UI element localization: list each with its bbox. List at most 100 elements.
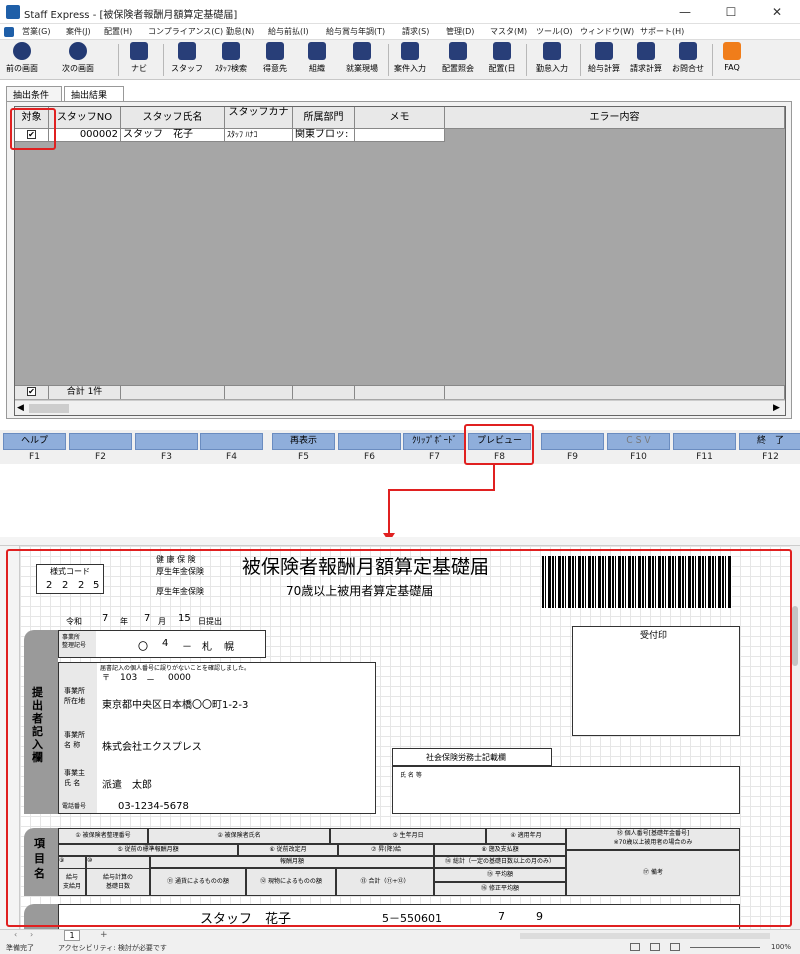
menu-attendance[interactable]: 勤怠(N) xyxy=(226,26,254,37)
maximize-button[interactable]: ☐ xyxy=(708,0,754,24)
staff-search-icon xyxy=(222,42,240,60)
sheet-nav-left-icon[interactable]: ‹ xyxy=(14,930,17,939)
customer-button[interactable]: 得意先 xyxy=(256,42,294,78)
f11-key-label: F11 xyxy=(696,452,713,462)
status-bar: 準備完了 アクセシビリティ: 検討が必要です 100% xyxy=(0,941,800,954)
page-layout-icon[interactable] xyxy=(650,943,660,951)
col-header-memo[interactable]: メモ xyxy=(355,107,445,129)
f5-key-label: F5 xyxy=(298,452,309,462)
f7-clipboard-button[interactable]: ｸﾘｯﾌﾟﾎﾞｰﾄﾞ xyxy=(403,433,466,450)
footer-cell xyxy=(225,385,293,399)
child-window-icon[interactable] xyxy=(4,27,14,37)
payroll-button[interactable]: 給与計算 xyxy=(584,42,624,78)
f3-button[interactable] xyxy=(135,433,198,450)
forward-button[interactable]: 次の画面 xyxy=(56,42,100,78)
normal-view-icon[interactable] xyxy=(630,943,640,951)
case-entry-button[interactable]: 案件入力 xyxy=(390,42,430,78)
footer-target[interactable]: ✔ xyxy=(15,385,49,399)
inquiry-button[interactable]: お問合せ xyxy=(668,42,708,78)
f10-csv-button[interactable]: ＣＳＶ xyxy=(607,433,670,450)
f2-key-label: F2 xyxy=(95,452,106,462)
vscroll-thumb[interactable] xyxy=(792,606,798,666)
col-header-staff-no[interactable]: スタッフNO xyxy=(49,107,121,129)
scroll-thumb[interactable] xyxy=(29,404,69,413)
highlight-target-column xyxy=(10,108,56,150)
menu-management[interactable]: 管理(D) xyxy=(446,26,474,37)
workplace-button[interactable]: 就業現場 xyxy=(340,42,384,78)
menu-payroll[interactable]: 給与賞与年調(T) xyxy=(326,26,385,37)
assignment-daily-icon xyxy=(493,42,511,60)
zoom-level[interactable]: 100% xyxy=(771,943,791,951)
menu-case[interactable]: 案件(J) xyxy=(66,26,91,37)
staff-search-button[interactable]: ｽﾀｯﾌ検索 xyxy=(208,42,254,78)
col-header-department[interactable]: 所属部門 xyxy=(293,107,355,129)
row-staff-kana[interactable]: ｽﾀｯﾌ ﾊﾅｺ xyxy=(225,129,293,142)
sheet-nav-right-icon[interactable]: › xyxy=(30,930,33,939)
f5-refresh-button[interactable]: 再表示 xyxy=(272,433,335,450)
window-title: Staff Express - [被保険者報酬月額算定基礎届] xyxy=(24,10,238,21)
col-header-error[interactable]: エラー内容 xyxy=(445,107,785,129)
f6-button[interactable] xyxy=(338,433,401,450)
f1-help-button[interactable]: ヘルプ xyxy=(3,433,66,450)
f6-key-label: F6 xyxy=(364,452,375,462)
arrow-line xyxy=(493,464,495,490)
f4-button[interactable] xyxy=(200,433,263,450)
billing-button[interactable]: 請求計算 xyxy=(626,42,666,78)
horizontal-scrollbar[interactable]: ◀ ▶ xyxy=(15,400,785,415)
page-break-icon[interactable] xyxy=(670,943,680,951)
scroll-right-icon[interactable]: ▶ xyxy=(773,403,780,413)
sheet-hscroll[interactable] xyxy=(520,933,770,939)
scroll-left-icon[interactable]: ◀ xyxy=(17,403,24,413)
menu-support[interactable]: サポート(H) xyxy=(640,26,684,37)
f3-key-label: F3 xyxy=(161,452,172,462)
row-error xyxy=(445,129,785,142)
organization-button[interactable]: 組織 xyxy=(298,42,336,78)
menu-assignment[interactable]: 配置(H) xyxy=(104,26,132,37)
menu-billing[interactable]: 請求(S) xyxy=(402,26,429,37)
assignment-inquiry-button[interactable]: 配置照会 xyxy=(436,42,480,78)
staff-icon xyxy=(178,42,196,60)
menu-master[interactable]: マスタ(M) xyxy=(490,26,527,37)
tab-extract-conditions[interactable]: 抽出条件 xyxy=(6,86,62,102)
menu-compliance[interactable]: コンプライアンス(C) xyxy=(148,26,223,37)
row-staff-no[interactable]: 000002 xyxy=(49,129,121,142)
arrow-line xyxy=(388,489,495,491)
row-department[interactable]: 関東ブロッ: xyxy=(293,129,355,142)
col-header-staff-name[interactable]: スタッフ氏名 xyxy=(121,107,225,129)
zoom-slider[interactable] xyxy=(690,947,760,948)
row-memo[interactable] xyxy=(355,129,445,142)
column-header-ruler xyxy=(0,537,800,546)
f2-button[interactable] xyxy=(69,433,132,450)
add-sheet-button[interactable]: + xyxy=(100,930,108,940)
navi-icon xyxy=(130,42,148,60)
menu-salary-advance[interactable]: 給与前払(I) xyxy=(268,26,309,37)
payroll-icon xyxy=(595,42,613,60)
function-key-bar: ヘルプ 再表示 ｸﾘｯﾌﾟﾎﾞｰﾄﾞ プレビュー ＣＳＶ 終 了 F1 F2 F… xyxy=(0,430,800,464)
case-entry-icon xyxy=(401,42,419,60)
billing-icon xyxy=(637,42,655,60)
navi-button[interactable]: ナビ xyxy=(122,42,156,78)
f12-exit-button[interactable]: 終 了 xyxy=(739,433,800,450)
assignment-daily-button[interactable]: 配置(日 xyxy=(482,42,522,78)
customer-icon xyxy=(266,42,284,60)
f9-button[interactable] xyxy=(541,433,604,450)
status-accessibility[interactable]: アクセシビリティ: 検討が必要です xyxy=(58,943,167,953)
attendance-entry-button[interactable]: 勤怠入力 xyxy=(530,42,574,78)
f1-key-label: F1 xyxy=(29,452,40,462)
menu-tools[interactable]: ツール(O) xyxy=(536,26,573,37)
menu-window[interactable]: ウィンドウ(W) xyxy=(580,26,634,37)
organization-icon xyxy=(308,42,326,60)
col-header-staff-kana[interactable]: スタッフカナ xyxy=(225,107,293,129)
back-button[interactable]: 前の画面 xyxy=(2,42,42,78)
row-staff-name[interactable]: スタッフ 花子 xyxy=(121,129,225,142)
menu-sales[interactable]: 営業(G) xyxy=(22,26,50,37)
close-button[interactable]: ✕ xyxy=(754,0,800,24)
tab-extract-results[interactable]: 抽出結果 xyxy=(64,86,124,102)
f11-button[interactable] xyxy=(673,433,736,450)
sheet-tab[interactable]: 1 xyxy=(64,930,80,941)
staff-button[interactable]: スタッフ xyxy=(168,42,206,78)
faq-button[interactable]: FAQ xyxy=(716,42,748,78)
faq-icon xyxy=(723,42,741,60)
minimize-button[interactable]: — xyxy=(662,0,708,24)
footer-checkbox[interactable]: ✔ xyxy=(27,387,36,396)
